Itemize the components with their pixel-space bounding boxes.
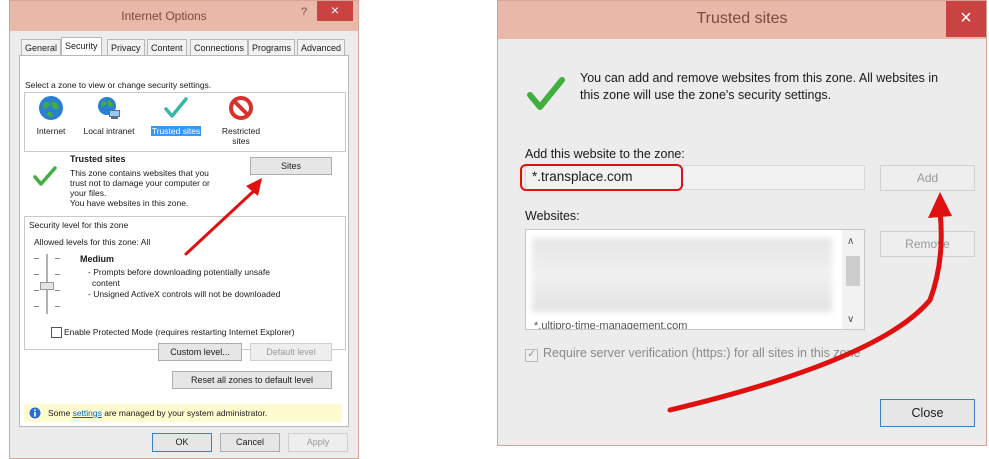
arrow-to-sites-button	[184, 185, 260, 256]
annotation-arrows	[184, 178, 952, 413]
arrow-head	[928, 192, 952, 218]
arrow-to-add-button	[667, 209, 944, 413]
arrow-head	[246, 178, 262, 196]
